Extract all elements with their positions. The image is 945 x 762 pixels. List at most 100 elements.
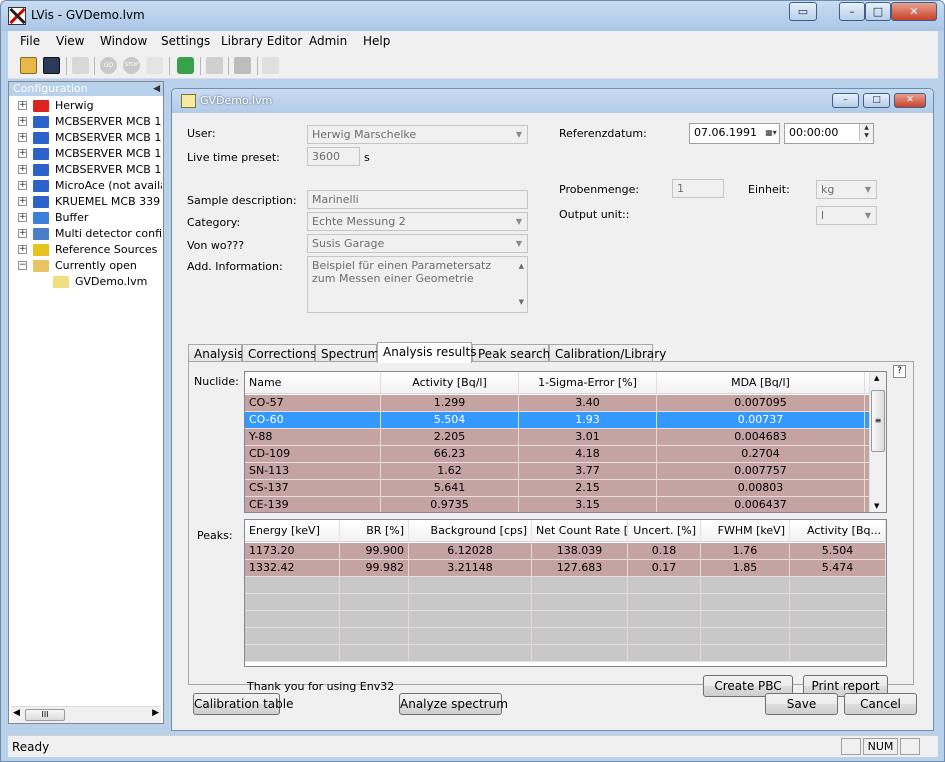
tree-item[interactable]: − Currently open (9, 258, 162, 274)
chevron-down-icon[interactable]: ▼ (511, 213, 527, 230)
reference-date-picker[interactable]: 07.06.1991 ▦▾ (689, 123, 780, 144)
menu-window[interactable]: Window (100, 34, 147, 48)
scroll-down-icon[interactable]: ▼ (519, 296, 524, 309)
tree-item[interactable]: + MCBSERVER MCB 1 (9, 146, 162, 162)
column-header[interactable]: FWHM [keV] (701, 520, 790, 542)
menu-settings[interactable]: Settings (161, 34, 210, 48)
chevron-down-icon[interactable]: ▼ (860, 207, 876, 224)
tree-item[interactable]: + KRUEMEL MCB 339 | (9, 194, 162, 210)
tree-item[interactable]: + Multi detector configu (9, 226, 162, 242)
expand-icon[interactable]: + (18, 229, 27, 238)
expand-icon[interactable]: + (18, 101, 27, 110)
expand-icon[interactable]: + (18, 213, 27, 222)
column-header[interactable]: 1-Sigma-Error [%] (519, 372, 657, 394)
probenmenge-input[interactable]: 1 (672, 179, 724, 198)
stop-icon[interactable]: STOP (123, 57, 140, 74)
menu-library-editor[interactable]: Library Editor (221, 34, 302, 48)
doc-maximize-button[interactable]: □ (863, 93, 890, 108)
tree-item[interactable]: + MicroAce (not availab (9, 178, 162, 194)
scroll-right-icon[interactable]: ▶ (152, 708, 159, 718)
analyze-spectrum-button[interactable]: Analyze spectrum (399, 693, 508, 715)
scroll-up-icon[interactable]: ▲ (874, 374, 879, 382)
calendar-icon[interactable]: ▦▾ (763, 124, 779, 141)
table-row[interactable]: CS-137 5.641 2.15 0.00803 (245, 480, 869, 497)
tree-item[interactable]: GVDemo.lvm (9, 274, 162, 290)
tree-item[interactable]: + MCBSERVER MCB 1 (9, 162, 162, 178)
restore-icon[interactable]: ▭ (789, 2, 817, 21)
column-header[interactable]: Uncert. [%] (628, 520, 701, 542)
maximize-button[interactable]: □ (865, 2, 891, 21)
menu-help[interactable]: Help (363, 34, 390, 48)
table-row[interactable]: CE-139 0.9735 3.15 0.006437 (245, 497, 869, 512)
go-icon[interactable]: GO (100, 57, 117, 74)
column-header[interactable]: Net Count Rate [... (532, 520, 628, 542)
title-bar[interactable]: LVis - GVDemo.lvm ▭ – □ ✕ (1, 1, 944, 31)
table-row[interactable]: SN-113 1.62 3.77 0.007757 (245, 463, 869, 480)
column-header[interactable]: Energy [keV] (245, 520, 340, 542)
table-row[interactable]: CO-57 1.299 3.40 0.007095 (245, 395, 869, 412)
tree-item[interactable]: + Buffer (9, 210, 162, 226)
collapse-arrow-icon[interactable]: ◀ (153, 82, 160, 96)
live-time-input[interactable]: 3600 (307, 147, 360, 166)
table-row[interactable]: CO-60 5.504 1.93 0.00737 (245, 412, 869, 429)
tab-corrections[interactable]: Corrections (242, 344, 316, 362)
column-header[interactable]: MDA [Bq/l] (657, 372, 865, 394)
chevron-down-icon[interactable]: ▼ (511, 126, 527, 143)
expand-icon[interactable]: + (18, 181, 27, 190)
expand-icon[interactable]: + (18, 133, 27, 142)
tree-item[interactable]: + Herwig (9, 98, 162, 114)
tree-item[interactable]: + Reference Sources (9, 242, 162, 258)
nuclide-vertical-scrollbar[interactable]: ▲ ≡ ▼ (869, 372, 886, 512)
minimize-button[interactable]: – (839, 2, 865, 21)
category-select[interactable]: Echte Messung 2 ▼ (307, 212, 528, 231)
column-header[interactable]: Activity [Bq/l] (381, 372, 519, 394)
chevron-down-icon[interactable]: ▼ (860, 181, 876, 198)
einheit-select[interactable]: kg ▼ (816, 180, 877, 199)
von-wo-select[interactable]: Susis Garage ▼ (307, 234, 528, 253)
expand-icon[interactable]: + (18, 117, 27, 126)
scroll-thumb[interactable]: III (25, 709, 65, 721)
bolt-icon[interactable] (262, 57, 279, 74)
table-row[interactable]: 1173.20 99.900 6.12028 138.039 0.18 1.76 5.504 (245, 543, 886, 560)
collapse-icon[interactable]: − (18, 261, 27, 270)
device-icon[interactable] (206, 57, 223, 74)
document-title-bar[interactable]: GVDemo.lvm – □ ✕ (172, 89, 933, 113)
menu-admin[interactable]: Admin (309, 34, 347, 48)
doc-minimize-button[interactable]: – (832, 93, 859, 108)
wand-icon[interactable] (146, 57, 163, 74)
scroll-left-icon[interactable]: ◀ (13, 708, 20, 718)
output-unit-select[interactable]: l ▼ (816, 206, 877, 225)
nuclide-table[interactable]: Name Activity [Bq/l] 1-Sigma-Error [%] MDA … (244, 371, 887, 513)
time-spinner-icon[interactable]: ▲ ▼ (859, 124, 873, 141)
table-row[interactable]: 1332.42 99.982 3.21148 127.683 0.17 1.85 5.474 (245, 560, 886, 577)
monitor-icon[interactable] (234, 57, 251, 74)
calibration-table-button[interactable]: Calibration table (193, 693, 294, 715)
menu-file[interactable]: File (20, 34, 40, 48)
tab-spectrum[interactable]: Spectrum (315, 344, 379, 362)
sample-description-input[interactable]: Marinelli (307, 190, 528, 209)
add-information-textarea[interactable]: Beispiel für einen Parametersatz zum Mes… (307, 256, 528, 313)
tab-analysis[interactable]: Analysis (188, 344, 243, 362)
help-button[interactable]: ? (893, 365, 906, 378)
doc-close-button[interactable]: ✕ (894, 93, 926, 108)
save-button[interactable]: Save (765, 693, 838, 715)
close-button[interactable]: ✕ (891, 2, 937, 21)
tab-peak-search[interactable]: Peak search (472, 344, 550, 362)
column-header[interactable]: BR [%] (340, 520, 409, 542)
scroll-down-icon[interactable]: ▼ (874, 502, 879, 510)
scroll-up-icon[interactable]: ▲ (519, 260, 524, 273)
tree-item[interactable]: + MCBSERVER MCB 1 (9, 130, 162, 146)
column-header[interactable]: Name (245, 372, 381, 394)
cancel-button[interactable]: Cancel (844, 693, 917, 715)
tab-analysis-results[interactable]: Analysis results (377, 342, 476, 363)
tab-calibration-library[interactable]: Calibration/Library (549, 344, 666, 362)
lock-icon[interactable] (177, 57, 194, 74)
reference-time-input[interactable]: 00:00:00 ▲ ▼ (784, 123, 874, 144)
expand-icon[interactable]: + (18, 149, 27, 158)
user-select[interactable]: Herwig Marschelke ▼ (307, 125, 528, 144)
chevron-down-icon[interactable]: ▼ (511, 235, 527, 252)
table-row[interactable]: CD-109 66.23 4.18 0.2704 (245, 446, 869, 463)
save-icon[interactable] (43, 57, 60, 74)
expand-icon[interactable]: + (18, 245, 27, 254)
column-header[interactable]: Background [cps] (409, 520, 532, 542)
